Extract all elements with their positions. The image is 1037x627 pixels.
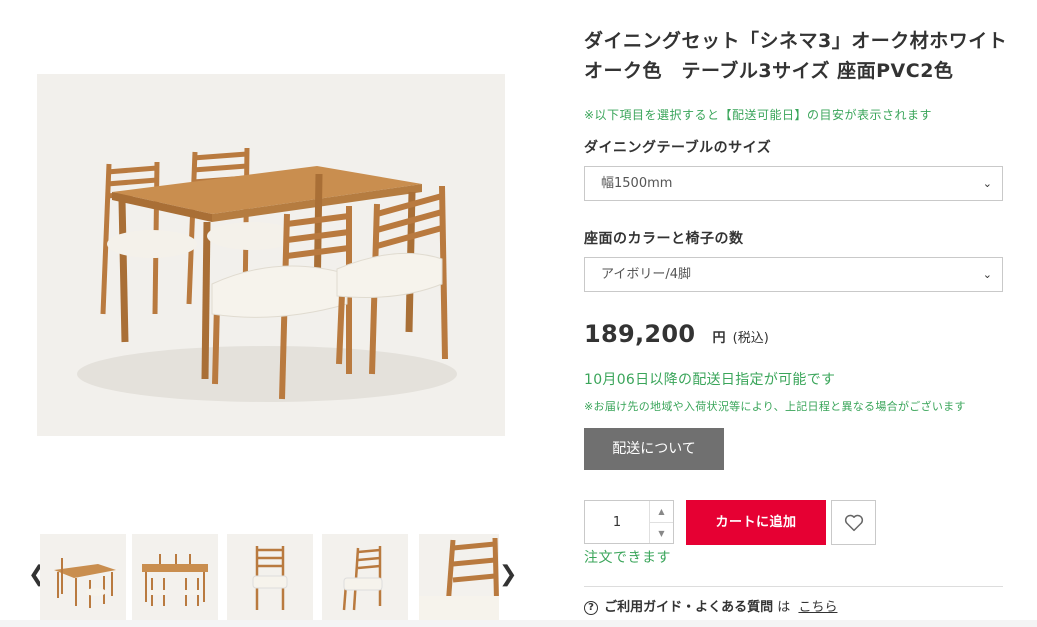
add-to-cart-button[interactable]: カートに追加 [686,500,826,545]
chevron-down-icon: ⌄ [982,268,992,281]
thumbnail-4[interactable] [322,534,408,620]
table-size-value: 幅1500mm [601,176,673,191]
heart-icon [844,514,864,532]
guide-link[interactable]: こちら [798,600,837,615]
quantity-input[interactable] [585,501,649,543]
shipping-info-button[interactable]: 配送について [584,428,724,470]
price-amount: 189,200 [584,320,696,348]
quantity-stepper: ▲ ▼ [584,500,674,544]
thumbnail-carousel: ❮ ❯ [28,530,521,622]
guide-text: ご利用ガイド・よくある質問 [604,600,774,615]
chevron-down-icon: ⌄ [982,177,992,190]
question-icon: ? [584,600,598,615]
thumbnail-1[interactable] [40,534,126,620]
decrement-icon[interactable]: ▼ [650,522,673,543]
seat-color-value: アイボリー/4脚 [601,267,692,282]
order-status: 注文できます [584,550,671,566]
guide-row: ? ご利用ガイド・よくある質問 は こちら [584,598,837,618]
price-row: 189,200 円 (税込) [584,320,769,354]
increment-icon[interactable]: ▲ [650,501,673,522]
delivery-date-text: 10月06日以降の配送日指定が可能です [584,372,836,388]
seat-color-select[interactable]: アイボリー/4脚 ⌄ [584,257,1003,292]
option-notice: ※以下項目を選択すると【配送可能日】の目安が表示されます [584,108,933,122]
product-title: ダイニングセット「シネマ3」オーク材ホワイトオーク色 テーブル3サイズ 座面PV… [584,30,1008,82]
favorite-button[interactable] [831,500,876,545]
page-bottom-strip [0,620,1037,627]
table-size-select[interactable]: 幅1500mm ⌄ [584,166,1003,201]
thumbnail-5[interactable] [419,534,499,620]
thumbnail-2[interactable] [132,534,218,620]
tax-note: (税込) [732,331,769,346]
table-size-label: ダイニングテーブルのサイズ [584,140,772,156]
delivery-note: ※お届け先の地域や入荷状況等により、上記日程と異なる場合がございます [584,400,966,413]
divider [584,586,1003,587]
main-product-image[interactable] [37,74,505,436]
thumbnail-3[interactable] [227,534,313,620]
price-currency: 円 [712,331,726,346]
guide-particle: は [777,600,791,615]
chevron-right-icon[interactable]: ❯ [499,560,517,590]
seat-color-label: 座面のカラーと椅子の数 [584,231,744,247]
